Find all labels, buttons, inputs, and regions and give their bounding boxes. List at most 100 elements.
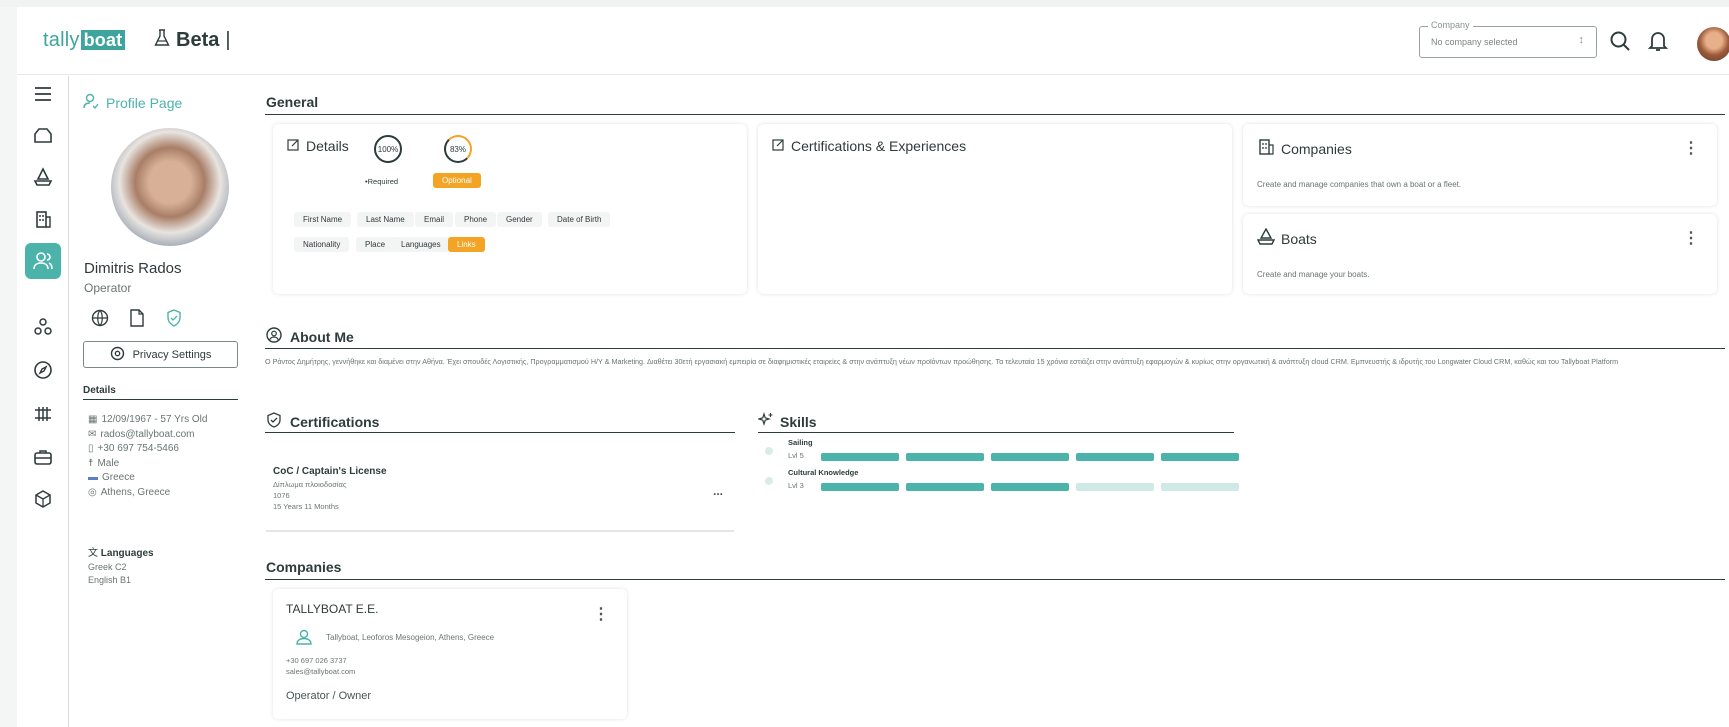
nav-helm-icon[interactable]: [25, 396, 61, 432]
about-section-title: About Me: [266, 327, 354, 346]
document-icon[interactable]: [127, 308, 147, 328]
nav-network-icon[interactable]: [25, 309, 61, 345]
settings-icon: [110, 346, 125, 364]
location-icon: ◎: [88, 486, 97, 498]
skill-level-label: Lvl 5: [788, 451, 804, 460]
skill-bar-segment: [906, 483, 984, 491]
skill-bar-segment: [991, 453, 1069, 461]
profile-page-link[interactable]: Profile Page: [83, 93, 182, 112]
skill-name: Cultural Knowledge: [788, 468, 859, 477]
cert-number: 1076: [273, 491, 290, 500]
companies-menu-icon[interactable]: ⋮: [1683, 141, 1699, 157]
profile-photo: [111, 128, 229, 246]
company-address: Tallyboat, Leoforos Mesogeion, Athens, G…: [326, 633, 495, 642]
languages-list: Greek C2 English B1: [88, 561, 131, 586]
companies-card: Companies ⋮ Create and manage companies …: [1243, 124, 1717, 206]
cert-duration: 15 Years 11 Months: [273, 502, 339, 511]
nav-inbox-icon[interactable]: [25, 117, 61, 153]
required-label: •Required: [365, 177, 399, 186]
app-logo[interactable]: tally boat: [43, 29, 126, 52]
globe-icon[interactable]: [90, 308, 110, 328]
language-item: English B1: [88, 574, 132, 585]
field-chip-email: Email: [415, 212, 454, 227]
left-strip: [0, 7, 17, 727]
search-icon[interactable]: [1606, 27, 1634, 55]
skill-bar-segment: [1076, 453, 1154, 461]
companies-card-desc: Create and manage companies that own a b…: [1257, 180, 1462, 189]
detail-email: ✉ rados@tallyboat.com: [88, 428, 207, 443]
certifications-section-title: Certifications: [266, 412, 379, 431]
nav-compass-icon[interactable]: [25, 352, 61, 388]
boats-card-desc: Create and manage your boats.: [1257, 270, 1370, 279]
skill-name: Sailing: [788, 438, 813, 447]
language-item: Greek C2: [88, 562, 127, 572]
logo-highlight: boat: [80, 30, 126, 50]
profile-page-label: Profile Page: [106, 94, 183, 111]
skill-bar-segment: [1076, 483, 1154, 491]
about-divider: [265, 348, 1725, 349]
field-chip-last-name: Last Name: [357, 212, 414, 227]
field-chip-nationality: Nationality: [294, 237, 350, 252]
field-chip-place: Place: [356, 237, 395, 252]
field-chip-languages: Languages: [392, 237, 450, 252]
logo-text: tally: [43, 29, 80, 51]
person-pin-icon: [295, 628, 313, 651]
app-window: tally boat Beta | Company No company selec…: [0, 0, 1729, 727]
company-phone: +30 697 026 3737: [286, 656, 347, 665]
phone-icon: ▯: [88, 443, 94, 455]
about-text: Ο Ράντος Δημήτρης, γεννήθηκε και διαμένε…: [265, 357, 1619, 366]
details-card-title[interactable]: Details: [287, 138, 349, 154]
general-divider: [265, 114, 1725, 115]
field-chip-gender: Gender: [497, 212, 542, 227]
field-chip-dob: Date of Birth: [548, 212, 611, 227]
required-progress: 100%: [374, 135, 402, 163]
certs-experiences-card: Certifications & Experiences: [758, 124, 1232, 294]
field-chip-links: Links: [448, 237, 485, 252]
skills-divider: [758, 432, 1234, 433]
edit-icon: [287, 138, 300, 154]
nav-package-icon[interactable]: [25, 481, 61, 517]
company-card[interactable]: TALLYBOAT E.E. ⋮ Tallyboat, Leoforos Mes…: [273, 589, 627, 719]
boat-icon: [1256, 227, 1276, 249]
skill-bar-segment: [1161, 453, 1239, 461]
edit-icon: [772, 138, 785, 154]
person-icon: ☨: [88, 457, 94, 469]
company-menu-icon[interactable]: ⋮: [593, 607, 609, 623]
company-select-label: Company: [1428, 20, 1473, 30]
sparkle-icon: [757, 412, 774, 431]
company-name: TALLYBOAT E.E.: [286, 602, 379, 616]
privacy-settings-button[interactable]: Privacy Settings: [83, 341, 238, 368]
languages-header: 文 Languages: [88, 548, 154, 559]
user-avatar[interactable]: [1697, 27, 1729, 61]
skill-bar-segment: [1161, 483, 1239, 491]
boats-card-title[interactable]: Boats: [1256, 227, 1317, 249]
skill-bar-segment: [821, 453, 899, 461]
menu-icon[interactable]: [25, 76, 61, 112]
privacy-settings-label: Privacy Settings: [132, 348, 212, 361]
boats-menu-icon[interactable]: ⋮: [1683, 231, 1699, 247]
nav-boat-icon[interactable]: [25, 159, 61, 195]
certs-experiences-title[interactable]: Certifications & Experiences: [772, 138, 966, 154]
calendar-icon: ▦: [88, 414, 98, 425]
profile-role: Operator: [84, 281, 132, 295]
beta-text: Beta: [176, 29, 220, 51]
cert-name: CoC / Captain's License: [273, 466, 387, 477]
skill-dot: [765, 477, 773, 485]
certification-item[interactable]: CoC / Captain's License Δίπλωμα πλοιοδοσ…: [266, 442, 734, 532]
company-select[interactable]: Company No company selected ↕: [1419, 20, 1597, 58]
nav-briefcase-icon[interactable]: [25, 439, 61, 475]
skills-section-title: Skills: [757, 412, 817, 431]
user-icon: [83, 93, 99, 112]
top-strip: [0, 0, 1729, 7]
detail-phone: ▯ +30 697 754-5466: [88, 442, 207, 457]
shield-icon[interactable]: [164, 308, 184, 328]
cert-subtitle: Δίπλωμα πλοιοδοσίας: [273, 480, 347, 489]
user-circle-icon: [266, 327, 282, 346]
nav-building-icon[interactable]: [25, 201, 61, 237]
company-select-value: No company selected: [1431, 37, 1518, 47]
cert-menu-icon[interactable]: ...: [713, 484, 723, 498]
companies-card-title[interactable]: Companies: [1257, 138, 1352, 159]
select-arrow-icon: ↕: [1578, 34, 1585, 46]
nav-users-icon[interactable]: [25, 243, 61, 279]
bell-icon[interactable]: [1644, 27, 1672, 55]
